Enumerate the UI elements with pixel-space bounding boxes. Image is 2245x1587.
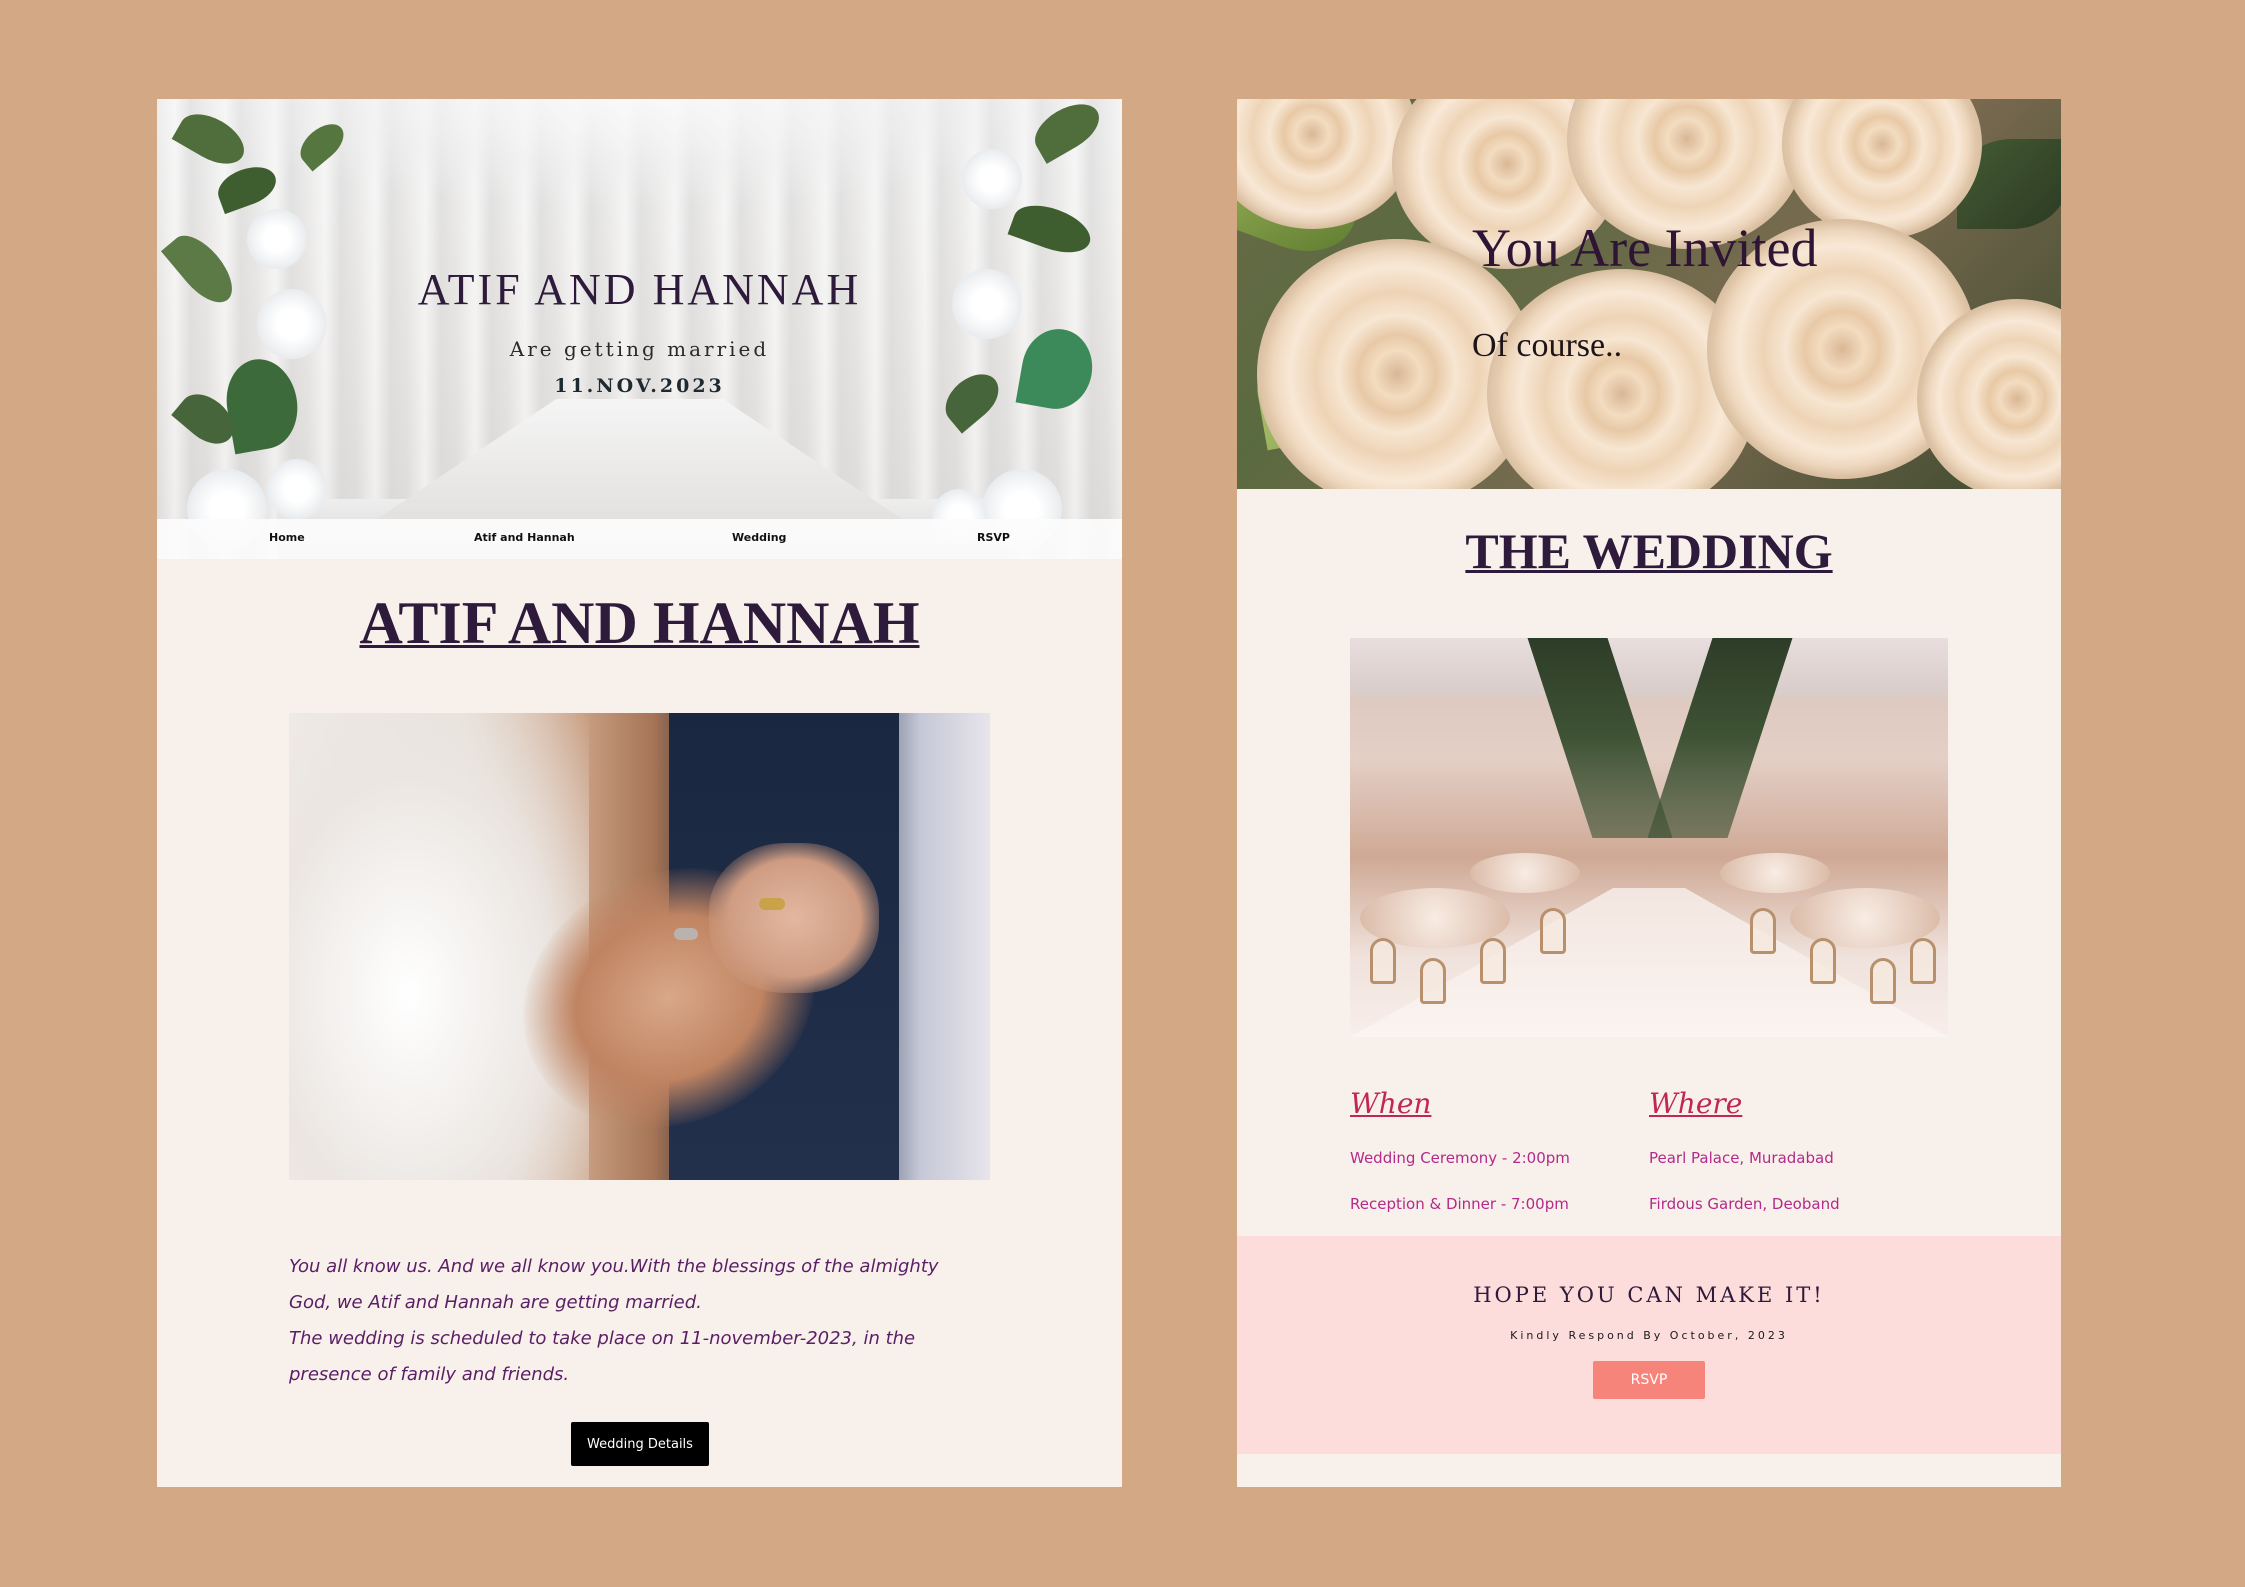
nav-atif-and-hannah[interactable]: Atif and Hannah bbox=[474, 531, 575, 544]
when-line: Wedding Ceremony - 2:00pm bbox=[1350, 1149, 1570, 1167]
rsvp-section: HOPE YOU CAN MAKE IT! Kindly Respond By … bbox=[1237, 1236, 2061, 1454]
story-line: You all know us. And we all know you.Wit… bbox=[289, 1256, 939, 1277]
story-line: The wedding is scheduled to take place o… bbox=[289, 1328, 916, 1349]
couple-section-title: ATIF AND HANNAH bbox=[359, 590, 920, 656]
nav-home[interactable]: Home bbox=[269, 531, 305, 544]
when-heading: When bbox=[1350, 1087, 1432, 1120]
invitation-subtitle: Of course.. bbox=[1472, 327, 1623, 364]
rsvp-deadline: Kindly Respond By October, 2023 bbox=[1510, 1329, 1788, 1342]
couple-page-card: ATIF AND HANNAH Are getting married 11.N… bbox=[157, 99, 1122, 1487]
floral-arch-right-image bbox=[922, 99, 1122, 559]
top-nav: Home Atif and Hannah Wedding RSVP bbox=[157, 519, 1122, 559]
story-line: presence of family and friends. bbox=[289, 1364, 570, 1385]
where-heading: Where bbox=[1649, 1087, 1743, 1120]
hero-banner-curtain-image: ATIF AND HANNAH Are getting married 11.N… bbox=[157, 99, 1122, 559]
nav-rsvp[interactable]: RSVP bbox=[977, 531, 1010, 544]
invitation-title: You Are Invited bbox=[1472, 218, 1818, 278]
hero-title: ATIF AND HANNAH bbox=[417, 265, 862, 314]
where-line: Firdous Garden, Deoband bbox=[1649, 1195, 1840, 1213]
when-line: Reception & Dinner - 7:00pm bbox=[1350, 1195, 1569, 1213]
rsvp-button[interactable]: RSVP bbox=[1593, 1361, 1705, 1399]
story-line: God, we Atif and Hannah are getting marr… bbox=[289, 1292, 702, 1313]
floral-arch-left-image bbox=[157, 99, 357, 559]
where-line: Pearl Palace, Muradabad bbox=[1649, 1149, 1834, 1167]
banquet-hall-photo bbox=[1350, 638, 1948, 1037]
couple-story: You all know us. And we all know you.Wit… bbox=[289, 1249, 979, 1393]
wedding-section-title: THE WEDDING bbox=[1465, 523, 1833, 579]
wedding-details-button[interactable]: Wedding Details bbox=[571, 1422, 709, 1466]
hero-roses-image: You Are Invited Of course.. bbox=[1237, 99, 2061, 489]
nav-wedding[interactable]: Wedding bbox=[732, 531, 786, 544]
rsvp-heading: HOPE YOU CAN MAKE IT! bbox=[1473, 1283, 1825, 1307]
hero-subtitle: Are getting married bbox=[509, 337, 770, 361]
wedding-date: 11.NOV.2023 bbox=[554, 375, 725, 397]
wedding-page-card: You Are Invited Of course.. THE WEDDING … bbox=[1237, 99, 2061, 1487]
couple-holding-hands-photo bbox=[289, 713, 990, 1180]
